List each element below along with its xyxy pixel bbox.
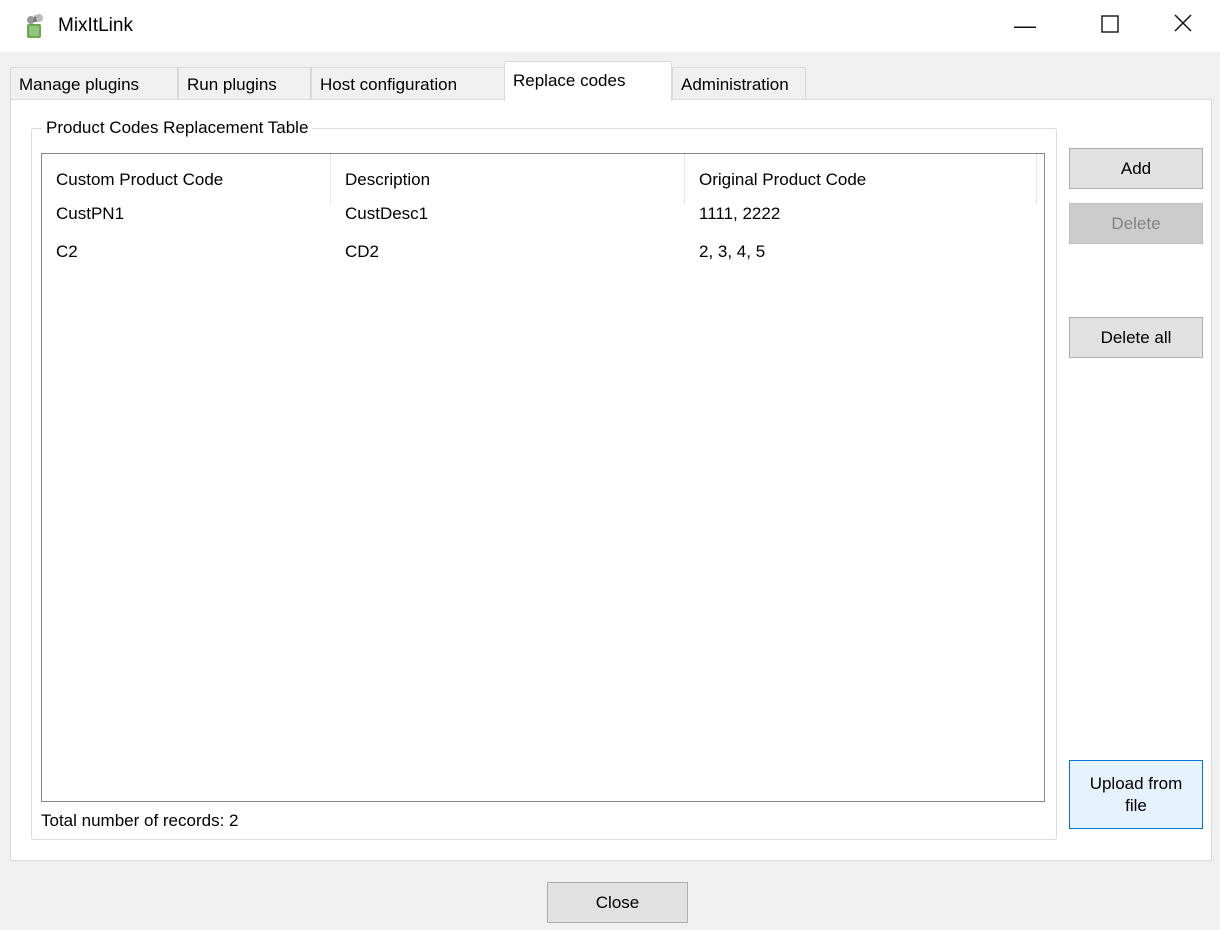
tab-strip: Manage plugins Run plugins Host configur… (10, 61, 1210, 101)
maximize-button[interactable] (1075, 0, 1145, 52)
column-original-product-code[interactable]: Original Product Code (685, 154, 1037, 204)
tab-run-plugins[interactable]: Run plugins (178, 67, 311, 100)
close-icon (1173, 13, 1193, 39)
delete-all-button[interactable]: Delete all (1069, 317, 1203, 358)
cell-description: CD2 (345, 242, 380, 261)
minimize-icon: — (1014, 13, 1036, 38)
close-window-button[interactable] (1148, 0, 1218, 52)
title-bar: MixItLink — (0, 0, 1220, 52)
replacement-table[interactable]: Custom Product Code Description Original… (41, 153, 1045, 802)
product-codes-group: Product Codes Replacement Table Custom P… (31, 118, 1057, 840)
upload-button-label: Upload from file (1090, 773, 1183, 817)
table-header: Custom Product Code Description Original… (42, 154, 1044, 204)
upload-label-line2: file (1125, 795, 1147, 815)
cell-custom-code: CustPN1 (56, 204, 125, 223)
window-title: MixItLink (58, 15, 133, 36)
cell-original-code: 2, 3, 4, 5 (699, 242, 766, 261)
minimize-button[interactable]: — (990, 0, 1060, 52)
group-title: Product Codes Replacement Table (42, 118, 313, 138)
upload-label-line1: Upload from (1089, 773, 1183, 793)
tab-manage-plugins[interactable]: Manage plugins (10, 67, 178, 100)
close-button[interactable]: Close (547, 882, 688, 923)
cell-original-code: 1111, 2222 (699, 204, 781, 223)
app-icon (27, 14, 43, 38)
upload-from-file-button[interactable]: Upload from file (1069, 760, 1203, 829)
table-row[interactable]: C2 CD2 2, 3, 4, 5 (42, 241, 1044, 263)
cell-custom-code: C2 (56, 242, 78, 261)
records-count: Total number of records: 2 (41, 811, 239, 830)
add-button[interactable]: Add (1069, 148, 1203, 189)
delete-button[interactable]: Delete (1069, 203, 1203, 244)
table-row[interactable]: CustPN1 CustDesc1 1111, 2222 (42, 203, 1044, 225)
cell-description: CustDesc1 (345, 204, 429, 223)
column-description[interactable]: Description (331, 154, 685, 204)
column-custom-product-code[interactable]: Custom Product Code (42, 154, 331, 204)
maximize-icon (1101, 13, 1119, 39)
replace-codes-tab-page: Product Codes Replacement Table Custom P… (10, 99, 1212, 861)
tab-host-configuration[interactable]: Host configuration (311, 67, 505, 100)
tab-administration[interactable]: Administration (672, 67, 806, 100)
tab-replace-codes[interactable]: Replace codes (504, 61, 672, 101)
